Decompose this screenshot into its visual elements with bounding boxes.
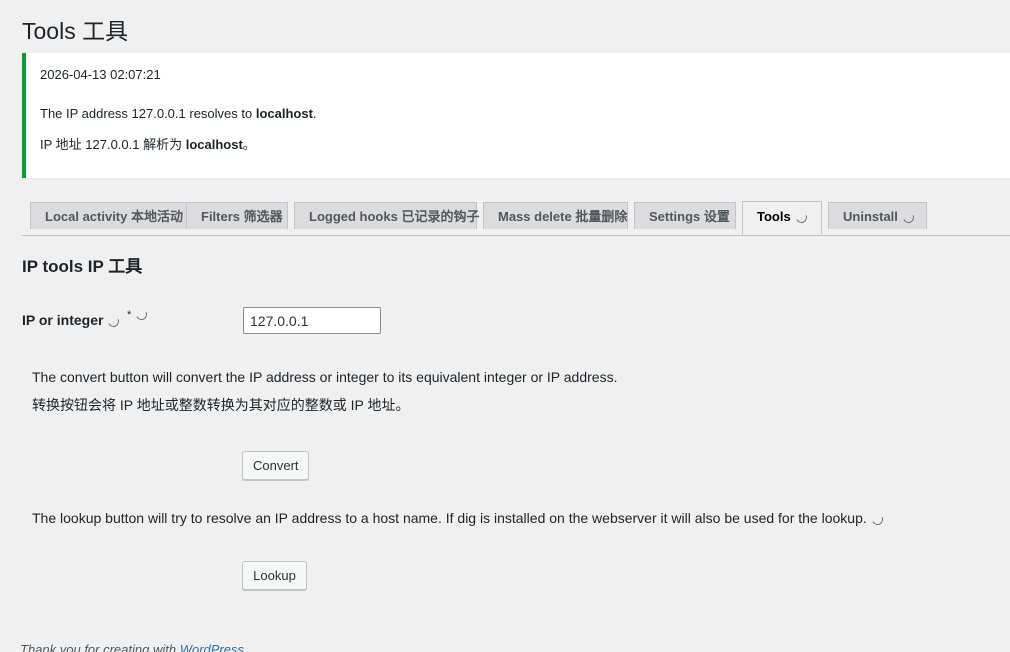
notice-host: localhost [255, 106, 313, 121]
required-marker: * [127, 307, 149, 322]
ip-input[interactable] [243, 307, 381, 334]
tab-label: Local activity 本地活动 [45, 209, 183, 224]
tab-label: Settings 设置 [649, 209, 730, 224]
lookup-button[interactable]: Lookup [242, 561, 307, 590]
notice-text: IP 地址 127.0.0.1 解析为 [40, 137, 186, 152]
spinner-icon [870, 512, 885, 527]
notice-line-zh: IP 地址 127.0.0.1 解析为 localhost。 [40, 134, 256, 153]
spinner-icon [134, 307, 149, 322]
tab-filters[interactable]: Filters 筛选器 [186, 202, 288, 229]
tab-local-activity[interactable]: Local activity 本地活动 [30, 202, 187, 229]
section-title: IP tools IP 工具 [22, 257, 143, 276]
tab-logged-hooks[interactable]: Logged hooks 已记录的钩子 [294, 202, 480, 229]
wordpress-link[interactable]: WordPress [180, 642, 244, 652]
notice-text: . [312, 106, 317, 121]
admin-footer: Thank you for creating with WordPress [20, 642, 244, 652]
success-notice: 2026-04-13 02:07:21 The IP address 127.0… [22, 53, 1010, 178]
notice-line-en: The IP address 127.0.0.1 resolves to loc… [40, 106, 317, 121]
convert-description: The convert button will convert the IP a… [32, 369, 618, 385]
convert-button[interactable]: Convert [242, 451, 309, 480]
tab-label: Mass delete 批量删除 [498, 209, 628, 224]
tab-label: Uninstall [843, 209, 898, 224]
tab-label: Tools [757, 209, 791, 224]
tab-tools[interactable]: Tools [742, 201, 822, 235]
lookup-description: The lookup button will try to resolve an… [32, 510, 885, 527]
footer-text: Thank you for creating with [20, 642, 180, 652]
tab-uninstall[interactable]: Uninstall [828, 202, 927, 229]
tab-label: Filters 筛选器 [201, 209, 283, 224]
spinner-icon [901, 210, 916, 225]
notice-host: localhost [185, 137, 243, 152]
tab-mass-delete[interactable]: Mass delete 批量删除 [483, 202, 628, 229]
lookup-description-text: The lookup button will try to resolve an… [32, 510, 867, 526]
nav-tab-wrapper: Local activity 本地活动 Filters 筛选器 Logged h… [22, 201, 1010, 236]
ip-field-label: IP or integer [22, 312, 121, 329]
spinner-icon [106, 314, 121, 329]
required-asterisk: * [127, 309, 132, 321]
notice-text: The IP address 127.0.0.1 resolves to [40, 106, 256, 121]
tab-settings[interactable]: Settings 设置 [634, 202, 736, 229]
notice-timestamp: 2026-04-13 02:07:21 [40, 67, 161, 82]
page-title: Tools 工具 [22, 18, 129, 44]
admin-page: Tools 工具 2026-04-13 02:07:21 The IP addr… [0, 0, 1010, 652]
field-label-text: IP or integer [22, 312, 104, 328]
spinner-icon [794, 210, 809, 225]
tab-label: Logged hooks 已记录的钩子 [309, 209, 480, 224]
notice-text: 。 [242, 137, 256, 152]
convert-description-zh: 转换按钮会将 IP 地址或整数转换为其对应的整数或 IP 地址。 [32, 397, 410, 413]
